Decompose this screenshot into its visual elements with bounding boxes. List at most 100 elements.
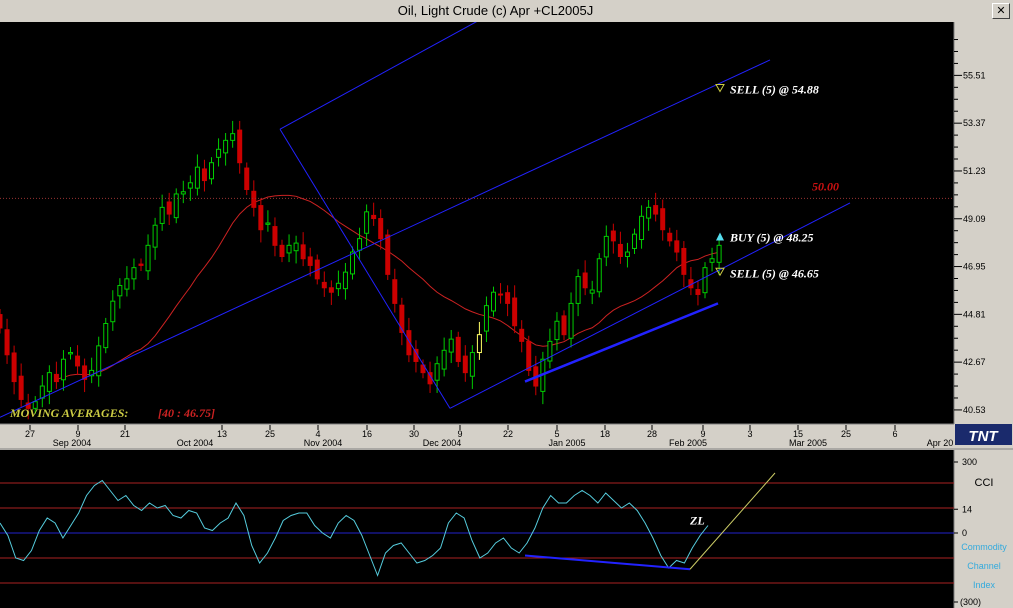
signal-label: SELL (5) @ 54.88 bbox=[730, 82, 819, 96]
date-day-label: 25 bbox=[265, 429, 275, 439]
candle-body bbox=[201, 168, 207, 182]
candle-body bbox=[596, 258, 602, 293]
title-bar: Oil, Light Crude (c) Apr +CL2005J ✕ bbox=[0, 0, 1013, 23]
candle-body bbox=[378, 218, 384, 240]
candle-body bbox=[145, 244, 151, 272]
price-axis: 55.51 53.37 51.23 49.09 46.95 44.81 42.67 40.53 bbox=[953, 22, 1013, 424]
cci-short-name: CCI bbox=[975, 477, 994, 489]
date-day-label: 16 bbox=[362, 429, 372, 439]
candle-body bbox=[60, 358, 66, 381]
candle-body bbox=[321, 281, 327, 289]
candle-body bbox=[660, 208, 666, 231]
candle-body bbox=[335, 282, 341, 290]
signal-label: SELL (5) @ 46.65 bbox=[730, 266, 819, 280]
candle-body bbox=[455, 336, 461, 362]
candle-body bbox=[716, 244, 722, 263]
cci-tick-label: 14 bbox=[962, 504, 972, 514]
date-day-label: 6 bbox=[892, 429, 897, 439]
date-month-label: Oct 2004 bbox=[177, 438, 214, 448]
close-button[interactable]: ✕ bbox=[992, 3, 1010, 19]
candle-body bbox=[279, 244, 285, 257]
date-month-label: Feb 2005 bbox=[669, 438, 707, 448]
cci-tick-label: 300 bbox=[962, 457, 977, 467]
price-tick-label: 53.37 bbox=[963, 118, 986, 128]
candle-body bbox=[166, 201, 172, 215]
candle-body bbox=[300, 244, 306, 260]
candle-body bbox=[286, 244, 292, 254]
candle-body bbox=[434, 363, 440, 381]
candle-body bbox=[441, 349, 447, 370]
signal-label: BUY (5) @ 48.25 bbox=[729, 231, 814, 245]
date-month-label: Sep 2004 bbox=[53, 438, 92, 448]
candle-body bbox=[328, 287, 334, 293]
candle-body bbox=[653, 205, 659, 215]
price-tick-label: 44.81 bbox=[963, 309, 986, 319]
candle-body bbox=[68, 352, 73, 355]
candle-body bbox=[568, 302, 574, 339]
cci-name-label: Channel bbox=[967, 561, 1001, 571]
price-tick-label: 49.09 bbox=[963, 214, 986, 224]
zl-label: ZL bbox=[689, 513, 705, 527]
candle-body bbox=[519, 328, 525, 342]
candle-body bbox=[18, 375, 24, 400]
candle-body bbox=[617, 243, 623, 258]
date-day-label: 3 bbox=[747, 429, 752, 439]
candle-body bbox=[462, 355, 468, 374]
date-day-label: 30 bbox=[409, 429, 419, 439]
candle-body bbox=[667, 232, 673, 242]
date-month-label: Nov 2004 bbox=[304, 438, 343, 448]
cci-tick-label: 0 bbox=[962, 528, 967, 538]
price-tick-label: 42.67 bbox=[963, 357, 986, 367]
candle-body bbox=[350, 251, 355, 275]
candle-body bbox=[624, 251, 630, 258]
candle-body bbox=[575, 276, 581, 304]
candle-body bbox=[0, 314, 3, 329]
candle-body bbox=[385, 234, 391, 275]
date-month-label: Apr 20 bbox=[927, 438, 954, 448]
candle-body bbox=[46, 372, 52, 392]
date-day-label: 21 bbox=[120, 429, 130, 439]
candle-body bbox=[223, 139, 229, 154]
date-day-label: 25 bbox=[841, 429, 851, 439]
price-tick-label: 51.23 bbox=[963, 166, 986, 176]
logo-text: TNT bbox=[968, 428, 999, 445]
candle-body bbox=[194, 166, 200, 189]
candle-body bbox=[526, 340, 532, 371]
price-tick-label: 55.51 bbox=[963, 70, 986, 80]
cci-tick-label: (300) bbox=[960, 597, 981, 607]
candle-body bbox=[639, 215, 645, 241]
candle-body bbox=[11, 352, 17, 383]
candle-body bbox=[512, 297, 518, 327]
candle-body bbox=[709, 258, 715, 263]
candle-body bbox=[103, 323, 109, 349]
date-axis: 27 9 21 13 25 4 16 30 9 22 5 18 28 9 3 15 25 6Sep 2004 Oct… bbox=[0, 425, 1013, 450]
candle-body bbox=[216, 148, 222, 158]
tnt-logo: TNT bbox=[955, 424, 1012, 445]
candle-body bbox=[603, 235, 609, 258]
cci-panel bbox=[0, 450, 954, 608]
candle-body bbox=[251, 190, 257, 208]
date-day-label: 18 bbox=[600, 429, 610, 439]
candle-body bbox=[4, 329, 10, 356]
candle-body bbox=[589, 289, 595, 294]
candle-body bbox=[293, 242, 299, 252]
date-day-label: 28 bbox=[647, 429, 657, 439]
cci-name-label: Commodity bbox=[961, 542, 1007, 552]
date-month-label: Dec 2004 bbox=[423, 438, 462, 448]
price-tick-label: 46.95 bbox=[963, 262, 986, 272]
candle-body bbox=[681, 247, 687, 275]
date-day-label: 22 bbox=[503, 429, 513, 439]
candle-body bbox=[272, 226, 278, 246]
candle-body bbox=[357, 238, 363, 251]
price-level-label: 50.00 bbox=[812, 179, 839, 193]
date-day-label: 27 bbox=[25, 429, 35, 439]
candle-body bbox=[491, 291, 496, 312]
candle-body bbox=[632, 233, 637, 249]
candle-body bbox=[610, 230, 616, 242]
candle-body bbox=[244, 167, 250, 190]
cci-axis: 300 14 0 (300) CCI Commodity Channel Index bbox=[953, 450, 1013, 608]
candle-body bbox=[582, 272, 588, 289]
candle-body bbox=[39, 385, 45, 399]
candle-body bbox=[469, 352, 475, 377]
candle-body bbox=[505, 292, 511, 304]
